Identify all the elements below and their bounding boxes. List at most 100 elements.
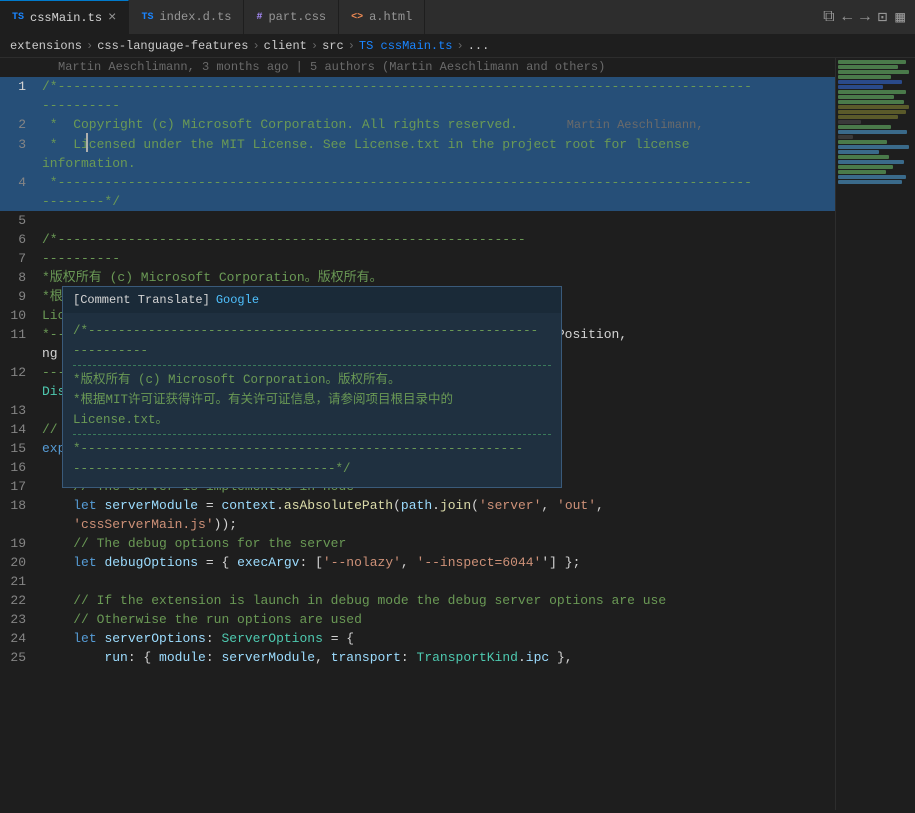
split-vertical-icon[interactable]: ▦ <box>895 7 905 27</box>
minimap-line <box>838 155 889 159</box>
tab-label: index.d.ts <box>159 10 231 24</box>
code-line-24: 24 let serverOptions: ServerOptions = { <box>0 629 835 648</box>
minimap-line <box>838 180 902 184</box>
html-icon: <> <box>351 12 363 23</box>
breadcrumb-src[interactable]: src <box>322 39 344 53</box>
line-number-2: 2 <box>0 115 38 134</box>
line-content-3b: information. <box>38 154 835 173</box>
code-line-3b: information. <box>0 154 835 173</box>
comment-translate-label: [Comment Translate] <box>73 293 210 307</box>
line-content-6: /*--------------------------------------… <box>38 230 835 249</box>
minimap-line <box>838 110 906 114</box>
breadcrumb-sep1: › <box>86 39 93 53</box>
minimap-line <box>838 65 898 69</box>
line-content-25: run: { module: serverModule, transport: … <box>38 648 835 667</box>
minimap-line <box>838 130 907 134</box>
git-blame-line: Martin Aeschlimann, 3 months ago | 5 aut… <box>0 58 835 77</box>
minimap-line <box>838 175 906 179</box>
code-line-21: 21 <box>0 572 835 591</box>
line-number-6: 6 <box>0 230 38 249</box>
breadcrumb-css-language-features[interactable]: css-language-features <box>97 39 248 53</box>
minimap-line <box>838 140 887 144</box>
popup-line-2: ---------- <box>73 341 551 361</box>
code-line-4: 4 *-------------------------------------… <box>0 173 835 192</box>
line-number-10: 10 <box>0 306 38 325</box>
popup-divider-2 <box>73 434 551 435</box>
breadcrumb-extensions[interactable]: extensions <box>10 39 82 53</box>
line-number-22: 22 <box>0 591 38 610</box>
code-line-18b: 'cssServerMain.js')); <box>0 515 835 534</box>
hover-popup-header: [Comment Translate] Google <box>63 287 561 313</box>
code-line-23: 23 // Otherwise the run options are used <box>0 610 835 629</box>
line-number-18: 18 <box>0 496 38 515</box>
minimap-line <box>838 150 879 154</box>
line-number-5: 5 <box>0 211 38 230</box>
minimap-line <box>838 115 898 119</box>
tab-bar: TS cssMain.ts × TS index.d.ts # part.css… <box>0 0 915 35</box>
code-line-1: 1 /*------------------------------------… <box>0 77 835 96</box>
breadcrumb-sep5: › <box>457 39 464 53</box>
tab-label: part.css <box>268 10 326 24</box>
code-line-22: 22 // If the extension is launch in debu… <box>0 591 835 610</box>
line-number-21: 21 <box>0 572 38 591</box>
more-actions-icon[interactable]: ⊡ <box>878 7 888 27</box>
minimap-line <box>838 100 904 104</box>
line-number-17: 17 <box>0 477 38 496</box>
tab-cssMain[interactable]: TS cssMain.ts × <box>0 0 129 35</box>
minimap[interactable] <box>835 58 915 810</box>
minimap-line <box>838 170 886 174</box>
line-number-24: 24 <box>0 629 38 648</box>
line-number-14: 14 <box>0 420 38 439</box>
line-content-18: let serverModule = context.asAbsolutePat… <box>38 496 835 515</box>
line-number-25: 25 <box>0 648 38 667</box>
google-translate-link[interactable]: Google <box>216 293 259 307</box>
line-number-4: 4 <box>0 173 38 192</box>
minimap-line <box>838 120 861 124</box>
popup-line-4: *根据MIT许可证获得许可。有关许可证信息，请参阅项目根目录中的 <box>73 390 551 410</box>
code-line-5: 5 <box>0 211 835 230</box>
code-line-19: 19 // The debug options for the server <box>0 534 835 553</box>
line-content-20: let debugOptions = { execArgv: ['--nolaz… <box>38 553 835 572</box>
minimap-line <box>838 80 902 84</box>
breadcrumb-sep2: › <box>252 39 259 53</box>
line-content-1b: ---------- <box>38 96 835 115</box>
tab-partCss[interactable]: # part.css <box>244 0 339 35</box>
hover-popup-body: /*--------------------------------------… <box>63 313 561 487</box>
minimap-line <box>838 75 891 79</box>
code-line-8: 8 *版权所有 (c) Microsoft Corporation。版权所有。 <box>0 268 835 287</box>
breadcrumb-more[interactable]: ... <box>468 39 490 53</box>
line-content-5 <box>38 211 835 230</box>
code-area[interactable]: Martin Aeschlimann, 3 months ago | 5 aut… <box>0 58 835 810</box>
minimap-line <box>838 90 906 94</box>
navigate-forward-icon[interactable]: → <box>860 8 870 26</box>
line-number-1: 1 <box>0 77 38 96</box>
tab-indexD[interactable]: TS index.d.ts <box>129 0 244 35</box>
minimap-content <box>836 58 915 187</box>
code-line-7: 7 ---------- <box>0 249 835 268</box>
code-line-2: 2 * Copyright (c) Microsoft Corporation.… <box>0 115 835 135</box>
minimap-line <box>838 165 893 169</box>
tab-aHtml[interactable]: <> a.html <box>339 0 425 35</box>
breadcrumb-file[interactable]: TS cssMain.ts <box>359 39 453 53</box>
code-line-6: 6 /*------------------------------------… <box>0 230 835 249</box>
line-content-24: let serverOptions: ServerOptions = { <box>38 629 835 648</box>
minimap-line <box>838 60 906 64</box>
line-number-16: 16 <box>0 458 38 477</box>
popup-line-7: -----------------------------------*/ <box>73 459 551 479</box>
line-number-15: 15 <box>0 439 38 458</box>
popup-line-3: *版权所有 (c) Microsoft Corporation。版权所有。 <box>73 370 551 390</box>
line-content-4b: --------*/ <box>38 192 835 211</box>
ts-icon: TS <box>12 12 24 23</box>
breadcrumb: extensions › css-language-features › cli… <box>0 35 915 58</box>
split-editor-icon[interactable]: ⧉ <box>823 8 834 26</box>
code-line-20: 20 let debugOptions = { execArgv: ['--no… <box>0 553 835 572</box>
line-content-8: *版权所有 (c) Microsoft Corporation。版权所有。 <box>38 268 835 287</box>
tab-label: cssMain.ts <box>30 11 102 25</box>
line-number-20: 20 <box>0 553 38 572</box>
navigate-back-icon[interactable]: ← <box>843 8 853 26</box>
css-icon: # <box>256 12 262 23</box>
breadcrumb-client[interactable]: client <box>264 39 307 53</box>
minimap-line <box>838 95 894 99</box>
hover-popup: [Comment Translate] Google /*-----------… <box>62 286 562 488</box>
tab-close-icon[interactable]: × <box>108 11 116 25</box>
